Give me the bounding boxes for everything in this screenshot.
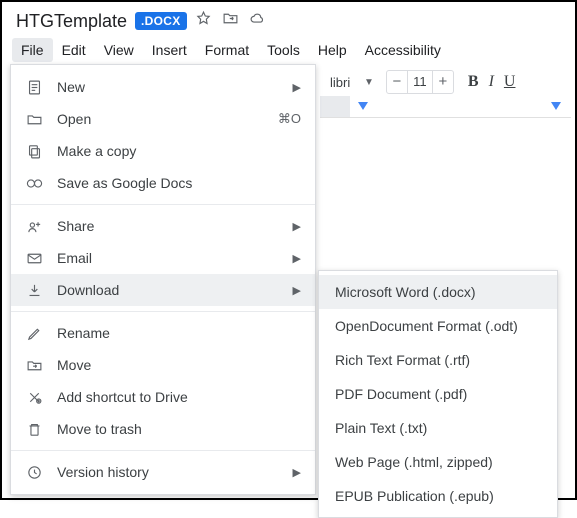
star-icon[interactable] bbox=[195, 10, 212, 32]
menu-label: Open bbox=[57, 111, 264, 127]
submenu-label: PDF Document (.pdf) bbox=[335, 386, 467, 402]
download-rtf[interactable]: Rich Text Format (.rtf) bbox=[319, 343, 557, 377]
menu-open[interactable]: Open ⌘O bbox=[11, 103, 315, 135]
menu-label: Move bbox=[57, 357, 301, 373]
submenu-label: EPUB Publication (.epub) bbox=[335, 488, 494, 504]
menu-edit[interactable]: Edit bbox=[53, 38, 95, 62]
submenu-label: Web Page (.html, zipped) bbox=[335, 454, 493, 470]
menu-label: Share bbox=[57, 218, 279, 234]
menu-tools[interactable]: Tools bbox=[258, 38, 309, 62]
google-docs-icon bbox=[25, 175, 43, 192]
email-icon bbox=[25, 250, 43, 267]
font-size-value[interactable]: 11 bbox=[407, 71, 433, 93]
menu-label: Rename bbox=[57, 325, 301, 341]
font-selector[interactable]: libri bbox=[330, 75, 358, 90]
add-shortcut-icon bbox=[25, 389, 43, 406]
horizontal-ruler[interactable] bbox=[320, 96, 571, 118]
submenu-label: Microsoft Word (.docx) bbox=[335, 284, 476, 300]
font-size-stepper[interactable]: − 11 + bbox=[386, 70, 454, 94]
menu-insert[interactable]: Insert bbox=[143, 38, 196, 62]
document-title[interactable]: HTGTemplate bbox=[16, 11, 127, 32]
menu-label: Download bbox=[57, 282, 279, 298]
formatting-toolbar: libri ▼ − 11 + B I U bbox=[320, 66, 525, 98]
menu-file[interactable]: File bbox=[12, 38, 53, 62]
download-docx[interactable]: Microsoft Word (.docx) bbox=[319, 275, 557, 309]
menu-new[interactable]: New ▶ bbox=[11, 71, 315, 103]
docx-badge: .DOCX bbox=[135, 12, 187, 30]
submenu-arrow-icon: ▶ bbox=[293, 252, 301, 265]
download-submenu: Microsoft Word (.docx) OpenDocument Form… bbox=[318, 270, 558, 518]
menu-label: Make a copy bbox=[57, 143, 301, 159]
menu-bar: File Edit View Insert Format Tools Help … bbox=[2, 36, 575, 66]
menu-label: Move to trash bbox=[57, 421, 301, 437]
move-to-folder-icon[interactable] bbox=[222, 10, 239, 32]
increase-font-button[interactable]: + bbox=[433, 71, 453, 93]
shortcut-text: ⌘O bbox=[278, 111, 301, 127]
menu-label: Add shortcut to Drive bbox=[57, 389, 301, 405]
separator bbox=[11, 450, 315, 451]
folder-icon bbox=[25, 111, 43, 128]
submenu-label: Plain Text (.txt) bbox=[335, 420, 427, 436]
title-bar: HTGTemplate .DOCX bbox=[2, 2, 575, 36]
menu-move-to-trash[interactable]: Move to trash bbox=[11, 413, 315, 445]
menu-download[interactable]: Download ▶ bbox=[11, 274, 315, 306]
bold-button[interactable]: B bbox=[468, 73, 479, 91]
menu-email[interactable]: Email ▶ bbox=[11, 242, 315, 274]
submenu-label: Rich Text Format (.rtf) bbox=[335, 352, 470, 368]
menu-share[interactable]: Share ▶ bbox=[11, 210, 315, 242]
separator bbox=[11, 311, 315, 312]
download-txt[interactable]: Plain Text (.txt) bbox=[319, 411, 557, 445]
menu-version-history[interactable]: Version history ▶ bbox=[11, 456, 315, 488]
separator bbox=[11, 204, 315, 205]
menu-move[interactable]: Move bbox=[11, 349, 315, 381]
trash-icon bbox=[25, 421, 43, 438]
download-epub[interactable]: EPUB Publication (.epub) bbox=[319, 479, 557, 513]
submenu-arrow-icon: ▶ bbox=[293, 284, 301, 297]
history-icon bbox=[25, 464, 43, 481]
submenu-arrow-icon: ▶ bbox=[293, 220, 301, 233]
menu-save-as-google-docs[interactable]: Save as Google Docs bbox=[11, 167, 315, 199]
cloud-status-icon[interactable] bbox=[249, 10, 266, 32]
share-icon bbox=[25, 218, 43, 235]
menu-make-a-copy[interactable]: Make a copy bbox=[11, 135, 315, 167]
submenu-label: OpenDocument Format (.odt) bbox=[335, 318, 518, 334]
menu-accessibility[interactable]: Accessibility bbox=[356, 38, 450, 62]
download-pdf[interactable]: PDF Document (.pdf) bbox=[319, 377, 557, 411]
submenu-arrow-icon: ▶ bbox=[293, 466, 301, 479]
menu-label: New bbox=[57, 79, 279, 95]
download-html[interactable]: Web Page (.html, zipped) bbox=[319, 445, 557, 479]
italic-button[interactable]: I bbox=[489, 73, 494, 91]
decrease-font-button[interactable]: − bbox=[387, 71, 407, 93]
menu-rename[interactable]: Rename bbox=[11, 317, 315, 349]
download-icon bbox=[25, 282, 43, 299]
menu-add-shortcut[interactable]: Add shortcut to Drive bbox=[11, 381, 315, 413]
download-odt[interactable]: OpenDocument Format (.odt) bbox=[319, 309, 557, 343]
menu-format[interactable]: Format bbox=[196, 38, 258, 62]
menu-label: Save as Google Docs bbox=[57, 175, 301, 191]
pencil-icon bbox=[25, 325, 43, 342]
chevron-down-icon[interactable]: ▼ bbox=[364, 77, 374, 88]
menu-label: Version history bbox=[57, 464, 279, 480]
file-menu-dropdown: New ▶ Open ⌘O Make a copy Save as Google… bbox=[10, 64, 316, 495]
copy-icon bbox=[25, 143, 43, 160]
underline-button[interactable]: U bbox=[504, 73, 516, 91]
menu-help[interactable]: Help bbox=[309, 38, 356, 62]
menu-view[interactable]: View bbox=[95, 38, 143, 62]
menu-label: Email bbox=[57, 250, 279, 266]
document-icon bbox=[25, 79, 43, 96]
move-icon bbox=[25, 357, 43, 374]
submenu-arrow-icon: ▶ bbox=[293, 81, 301, 94]
